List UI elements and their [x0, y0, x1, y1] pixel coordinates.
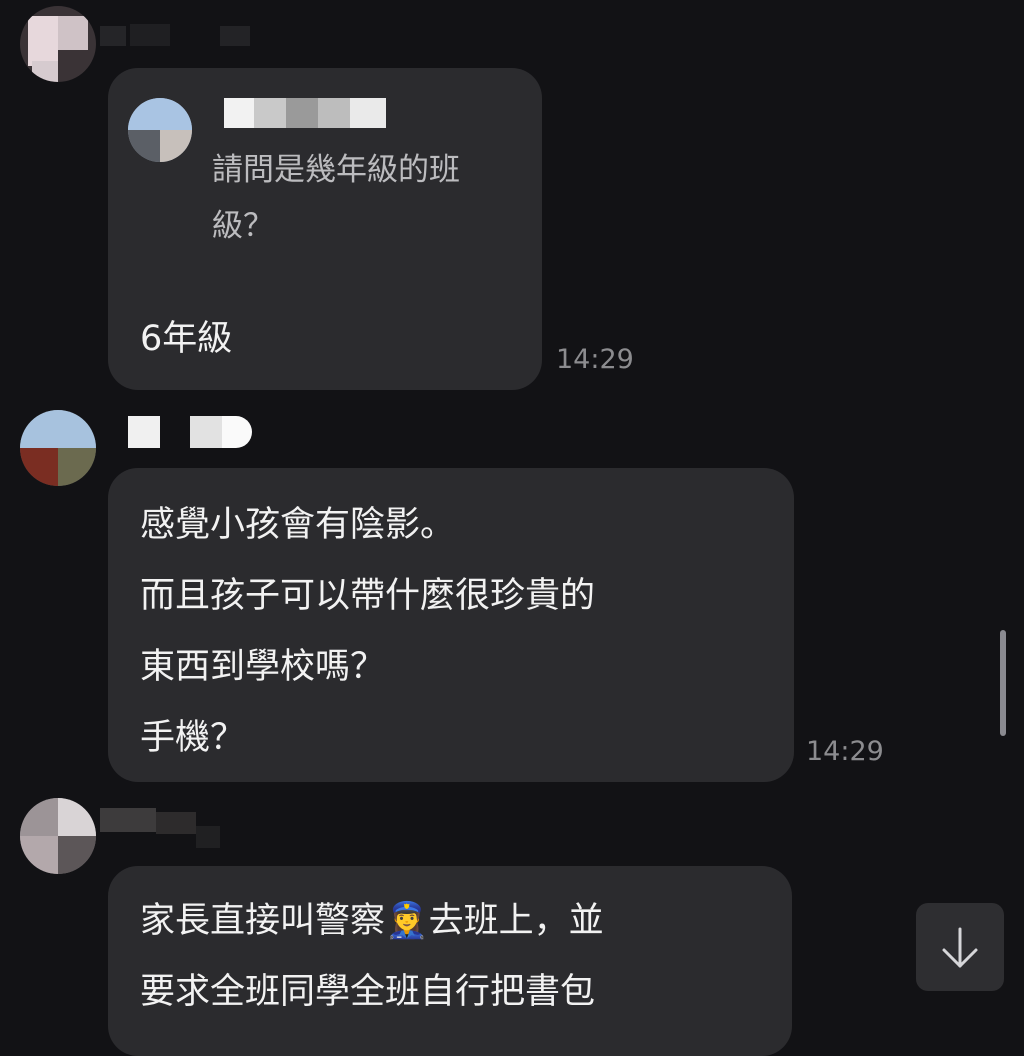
- police-officer-emoji: 👮‍♀️: [385, 901, 429, 941]
- sender-avatar[interactable]: [20, 410, 96, 486]
- message-line: 而且孩子可以帶什麼很珍貴的: [140, 576, 596, 616]
- sender-name-blurred: [100, 18, 250, 52]
- quoted-avatar: [128, 98, 192, 162]
- message-line: 家長直接叫警察👮‍♀️去班上，並: [140, 886, 604, 957]
- message-line: 感覺小孩會有陰影。: [140, 505, 456, 545]
- reply-preview-line-1: 請問是幾年級的班: [212, 152, 460, 188]
- sender-name-blurred: [100, 808, 220, 848]
- sender-avatar[interactable]: [20, 6, 96, 82]
- message-line: 東西到學校嗎？: [140, 647, 386, 687]
- scrollbar-thumb[interactable]: [1000, 630, 1006, 736]
- message-line: 手機？: [140, 718, 246, 758]
- message-text-part: 家長直接叫警察: [140, 901, 386, 941]
- reply-quote[interactable]: 請問是幾年級的班 級？: [108, 68, 542, 308]
- message-time: 14:29: [556, 344, 634, 375]
- message-line: 要求全班同學全班自行把書包: [140, 972, 596, 1012]
- message-text: 6年級: [140, 319, 233, 359]
- reply-preview-line-2: 級？: [212, 208, 274, 244]
- scroll-to-bottom-button[interactable]: [916, 903, 1004, 991]
- message-bubble[interactable]: 家長直接叫警察👮‍♀️去班上，並 要求全班同學全班自行把書包: [108, 866, 792, 1056]
- message-bubble-reply[interactable]: 請問是幾年級的班 級？ 6年級: [108, 68, 542, 390]
- sender-avatar[interactable]: [20, 798, 96, 874]
- quoted-name-blurred: [224, 98, 386, 128]
- arrow-down-icon: [942, 927, 978, 968]
- message-time: 14:29: [806, 736, 884, 767]
- sender-name-blurred: [128, 416, 258, 448]
- message-text-part: 去班上，並: [428, 901, 604, 941]
- message-bubble[interactable]: 感覺小孩會有陰影。 而且孩子可以帶什麼很珍貴的 東西到學校嗎？ 手機？: [108, 468, 794, 782]
